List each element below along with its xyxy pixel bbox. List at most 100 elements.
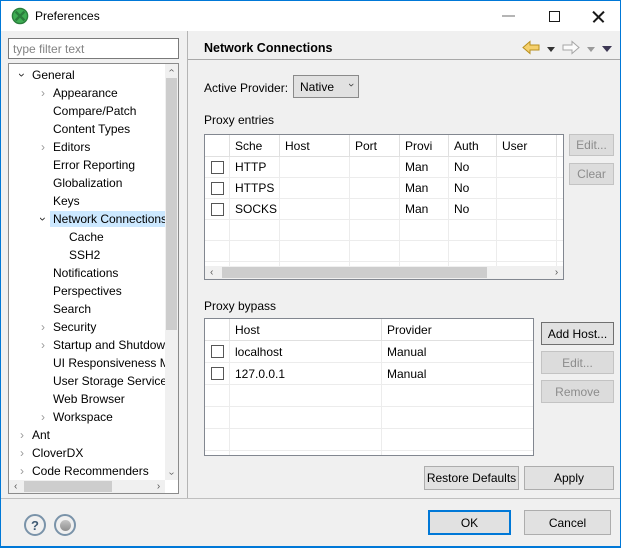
forward-arrow-icon[interactable] <box>562 40 580 58</box>
tree-item-error-reporting[interactable]: ›Error Reporting <box>9 156 165 174</box>
tree-item-security[interactable]: ›Security <box>9 318 165 336</box>
tree-item-appearance[interactable]: ›Appearance <box>9 84 165 102</box>
forward-menu-icon[interactable] <box>587 47 595 52</box>
panel-divider[interactable] <box>187 31 188 498</box>
preferences-dialog: Preferences ›General ›Appearance ›Compar… <box>0 0 621 548</box>
chevron-collapsed-icon[interactable]: › <box>36 410 50 424</box>
chevron-collapsed-icon[interactable]: › <box>36 86 50 100</box>
chevron-collapsed-icon[interactable]: › <box>15 446 29 460</box>
tree-item-compare-patch[interactable]: ›Compare/Patch <box>9 102 165 120</box>
proxy-bypass-header: Host Provider <box>205 319 533 341</box>
tree-item-keys[interactable]: ›Keys <box>9 192 165 210</box>
tree-item-startup-and-shutdown[interactable]: ›Startup and Shutdown <box>9 336 165 354</box>
chevron-down-icon: › <box>345 83 357 87</box>
tree-item-cache[interactable]: ›Cache <box>9 228 165 246</box>
footer-separator <box>1 498 620 499</box>
row-checkbox[interactable] <box>211 161 224 174</box>
scroll-right-icon[interactable]: › <box>152 480 165 493</box>
tree-rows: ›General ›Appearance ›Compare/Patch ›Con… <box>9 66 165 480</box>
edit-entry-button[interactable]: Edit... <box>569 134 614 156</box>
chevron-collapsed-icon[interactable]: › <box>15 428 29 442</box>
tree-vertical-scrollbar[interactable]: › › <box>165 64 178 480</box>
proxy-bypass-table: Host Provider localhost Manual 127.0.0.1… <box>204 318 534 456</box>
restore-defaults-button[interactable]: Restore Defaults <box>424 466 519 490</box>
tree-item-content-types[interactable]: ›Content Types <box>9 120 165 138</box>
table-row[interactable]: HTTPS Man No <box>205 178 563 199</box>
edit-host-button[interactable]: Edit... <box>541 351 614 374</box>
chevron-expanded-icon[interactable]: › <box>15 68 29 82</box>
column-provider[interactable]: Provider <box>382 319 533 340</box>
clear-entry-button[interactable]: Clear <box>569 163 614 185</box>
maximize-button[interactable] <box>534 1 574 31</box>
column-auth[interactable]: Auth <box>449 135 497 156</box>
add-host-button[interactable]: Add Host... <box>541 322 614 345</box>
proxy-bypass-rows: localhost Manual 127.0.0.1 Manual <box>205 341 533 455</box>
scrollbar-thumb[interactable] <box>222 267 487 278</box>
scroll-up-icon[interactable]: › <box>165 64 178 77</box>
scrollbar-thumb[interactable] <box>24 481 112 492</box>
proxy-entries-header: Sche Host Port Provi Auth User <box>205 135 563 157</box>
empty-row <box>205 385 533 407</box>
close-button[interactable] <box>578 1 618 31</box>
back-arrow-icon[interactable] <box>522 40 540 58</box>
ok-button[interactable]: OK <box>428 510 511 535</box>
cancel-button[interactable]: Cancel <box>524 510 611 535</box>
column-user[interactable]: User <box>497 135 557 156</box>
filter-input[interactable] <box>8 38 179 59</box>
table-row[interactable]: 127.0.0.1 Manual <box>205 363 533 385</box>
back-menu-icon[interactable] <box>547 47 555 52</box>
window-title: Preferences <box>35 1 100 31</box>
row-checkbox[interactable] <box>211 182 224 195</box>
row-checkbox[interactable] <box>211 345 224 358</box>
tree-item-editors[interactable]: ›Editors <box>9 138 165 156</box>
tree-item-web-browser[interactable]: ›Web Browser <box>9 390 165 408</box>
scroll-left-icon[interactable]: › <box>9 480 22 493</box>
tree-item-search[interactable]: ›Search <box>9 300 165 318</box>
row-checkbox[interactable] <box>211 203 224 216</box>
tree-item-perspectives[interactable]: ›Perspectives <box>9 282 165 300</box>
chevron-collapsed-icon[interactable]: › <box>36 320 50 334</box>
active-provider-select[interactable]: Native › <box>293 75 359 98</box>
minimize-button[interactable] <box>488 1 528 31</box>
chevron-collapsed-icon[interactable]: › <box>36 140 50 154</box>
empty-row <box>205 407 533 429</box>
preference-recorder-button[interactable] <box>54 514 76 536</box>
chevron-collapsed-icon[interactable]: › <box>36 338 50 352</box>
view-menu-icon[interactable] <box>602 46 612 52</box>
scroll-right-icon[interactable]: › <box>550 266 563 279</box>
help-button[interactable]: ? <box>24 514 46 536</box>
scroll-down-icon[interactable]: › <box>165 467 178 480</box>
scrollbar-thumb[interactable] <box>166 78 177 330</box>
chevron-collapsed-icon[interactable]: › <box>15 464 29 478</box>
column-port[interactable]: Port <box>350 135 400 156</box>
chevron-expanded-icon[interactable]: › <box>36 212 50 226</box>
remove-host-button[interactable]: Remove <box>541 380 614 403</box>
tree-item-notifications[interactable]: ›Notifications <box>9 264 165 282</box>
tree-item-globalization[interactable]: ›Globalization <box>9 174 165 192</box>
tree-item-ui-responsiveness[interactable]: ›UI Responsiveness Monitoring <box>9 354 165 372</box>
scroll-left-icon[interactable]: › <box>205 266 218 279</box>
apply-button[interactable]: Apply <box>524 466 614 490</box>
tree-item-cloverdx[interactable]: ›CloverDX <box>9 444 165 462</box>
tree-item-workspace[interactable]: ›Workspace <box>9 408 165 426</box>
tree-item-ssh2[interactable]: ›SSH2 <box>9 246 165 264</box>
page-title: Network Connections <box>204 41 333 55</box>
table-horizontal-scrollbar[interactable]: › › <box>205 266 563 279</box>
column-host[interactable]: Host <box>280 135 350 156</box>
tree-horizontal-scrollbar[interactable]: › › <box>9 480 165 493</box>
row-checkbox[interactable] <box>211 367 224 380</box>
tree-item-ant[interactable]: ›Ant <box>9 426 165 444</box>
tree-item-network-connections[interactable]: ›Network Connections <box>9 210 165 228</box>
column-schema[interactable]: Sche <box>230 135 280 156</box>
tree-item-general[interactable]: ›General <box>9 66 165 84</box>
tree-item-code-recommenders[interactable]: ›Code Recommenders <box>9 462 165 480</box>
empty-row <box>205 241 563 262</box>
empty-row <box>205 429 533 451</box>
table-row[interactable]: SOCKS Man No <box>205 199 563 220</box>
table-row[interactable]: HTTP Man No <box>205 157 563 178</box>
table-row[interactable]: localhost Manual <box>205 341 533 363</box>
column-host[interactable]: Host <box>230 319 382 340</box>
tree-item-user-storage-service[interactable]: ›User Storage Service <box>9 372 165 390</box>
column-provider[interactable]: Provi <box>400 135 449 156</box>
help-icon: ? <box>31 518 39 533</box>
